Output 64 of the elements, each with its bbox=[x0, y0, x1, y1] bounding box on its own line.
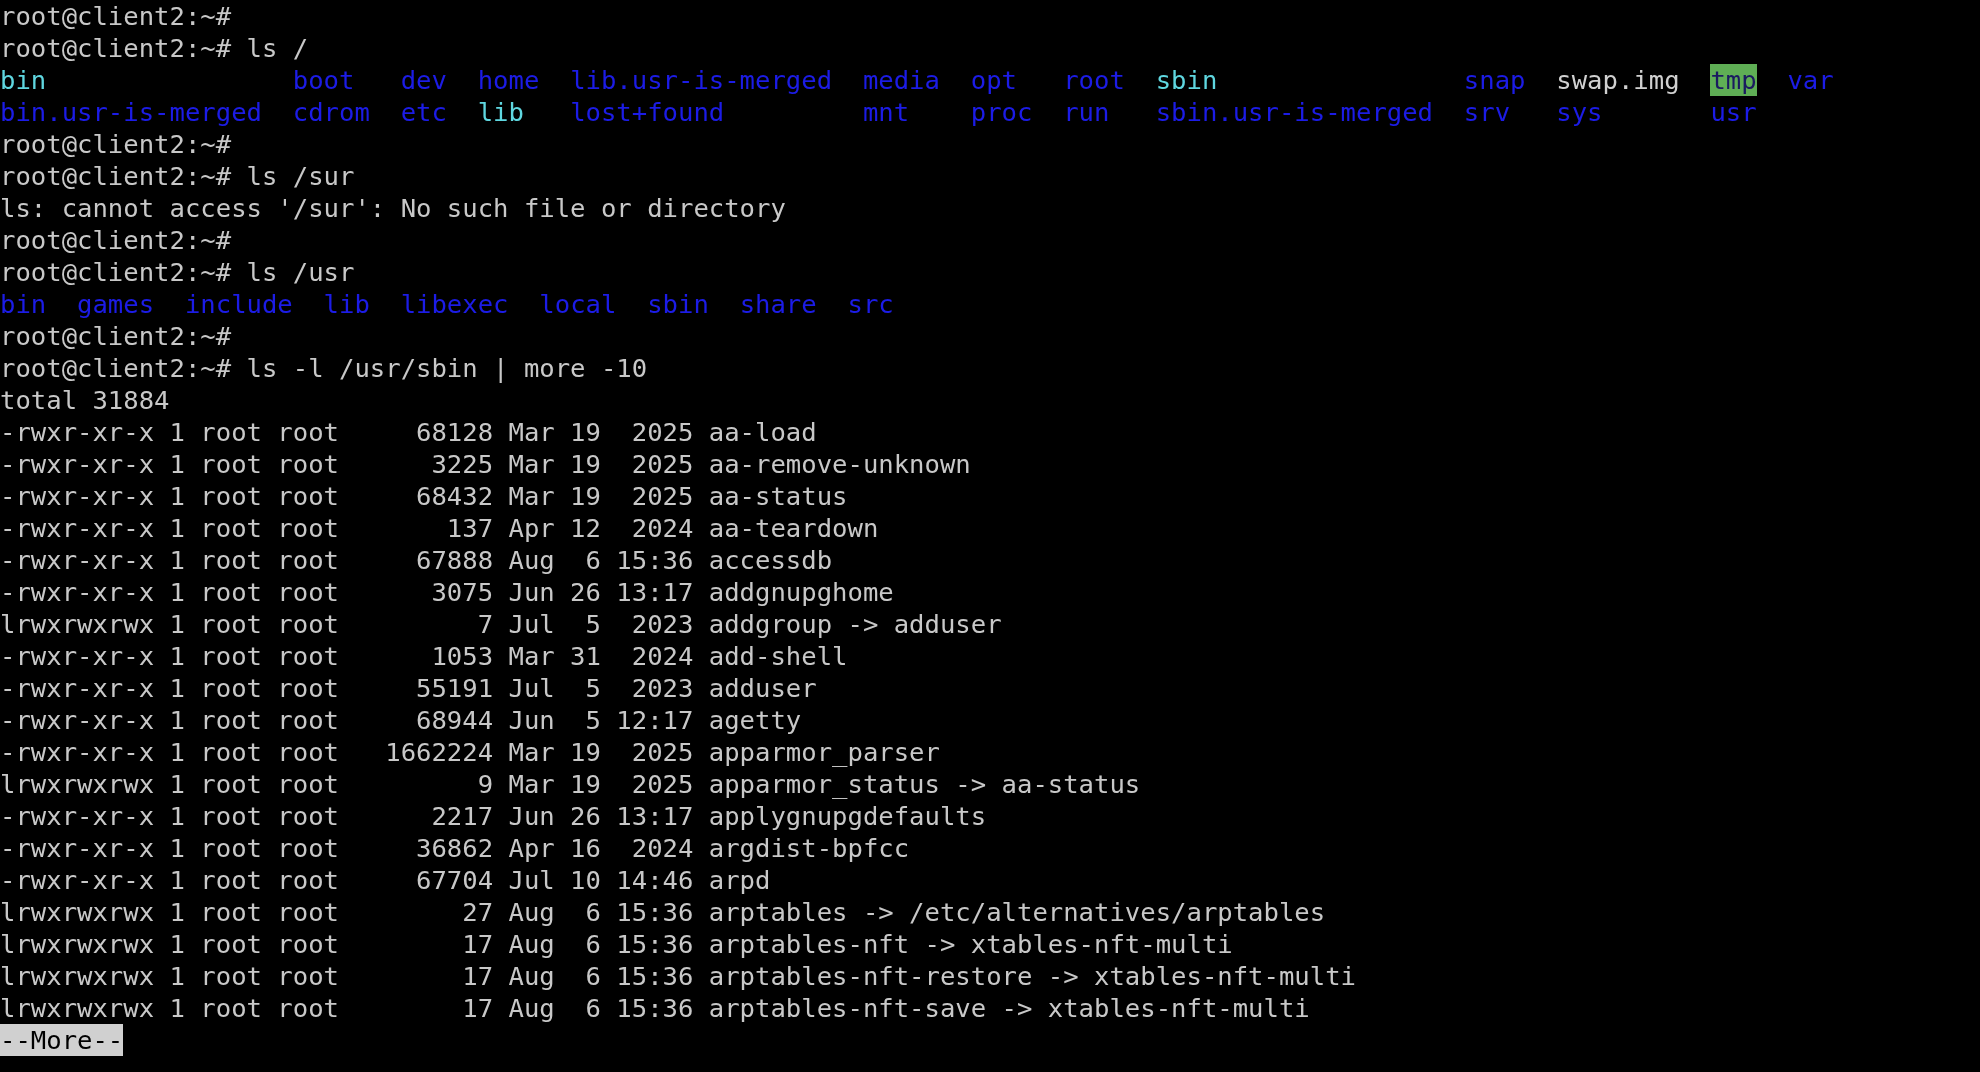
directory-name: src bbox=[847, 288, 894, 320]
terminal-line: lrwxrwxrwx 1 root root 17 Aug 6 15:36 arptables-nft-restore -> xtables-nft-multi bbox=[0, 960, 1356, 992]
directory-name: run bbox=[1063, 96, 1110, 128]
terminal-line: root@client2:~# bbox=[0, 128, 232, 160]
directory-name: root bbox=[1063, 64, 1125, 96]
link-name: lib bbox=[477, 96, 524, 128]
directory-name: media bbox=[862, 64, 940, 96]
directory-name: home bbox=[477, 64, 540, 96]
terminal-line: -rwxr-xr-x 1 root root 36862 Apr 16 2024 argdist-bpfcc bbox=[0, 832, 910, 864]
terminal-line: lrwxrwxrwx 1 root root 9 Mar 19 2025 apparmor_status -> aa-status bbox=[0, 768, 1141, 800]
terminal-line: -rwxr-xr-x 1 root root 3225 Mar 19 2025 aa-remove-unknown bbox=[0, 448, 971, 480]
directory-name: sbin.usr-is-merged bbox=[1155, 96, 1433, 128]
directory-name: etc bbox=[400, 96, 447, 128]
terminal-line: -rwxr-xr-x 1 root root 1662224 Mar 19 2025 apparmor_parser bbox=[0, 736, 940, 768]
directory-name: tmp bbox=[1710, 64, 1757, 96]
terminal-line: root@client2:~# ls /usr bbox=[0, 256, 355, 288]
link-name: sbin bbox=[1155, 64, 1218, 96]
directory-name: opt bbox=[970, 64, 1017, 96]
directory-name: games bbox=[77, 288, 155, 320]
directory-name: sys bbox=[1556, 96, 1603, 128]
directory-name: share bbox=[739, 288, 817, 320]
terminal-line: root@client2:~# ls / bbox=[0, 32, 309, 64]
directory-name: sbin bbox=[647, 288, 709, 320]
directory-name: bin.usr-is-merged bbox=[0, 96, 262, 128]
directory-name: libexec bbox=[400, 288, 509, 320]
terminal-line: root@client2:~# bbox=[0, 224, 232, 256]
terminal-line: lrwxrwxrwx 1 root root 17 Aug 6 15:36 arptables-nft -> xtables-nft-multi bbox=[0, 928, 1233, 960]
directory-name: local bbox=[539, 288, 617, 320]
terminal-line: -rwxr-xr-x 1 root root 67888 Aug 6 15:36 accessdb bbox=[0, 544, 833, 576]
pager-prompt: --More-- bbox=[0, 1024, 124, 1056]
terminal-line: total 31884 bbox=[0, 384, 170, 416]
directory-name: lost+found bbox=[570, 96, 725, 128]
terminal-line: ls: cannot access '/sur': No such file or directory bbox=[0, 192, 786, 224]
directory-name: lib.usr-is-merged bbox=[570, 64, 833, 96]
file-name: swap.img bbox=[1556, 64, 1680, 96]
terminal-line: root@client2:~# bbox=[0, 0, 232, 32]
terminal-line: -rwxr-xr-x 1 root root 55191 Jul 5 2023 adduser bbox=[0, 672, 817, 704]
terminal-line: lrwxrwxrwx 1 root root 27 Aug 6 15:36 arptables -> /etc/alternatives/arptables bbox=[0, 896, 1326, 928]
terminal-line: -rwxr-xr-x 1 root root 68432 Mar 19 2025 aa-status bbox=[0, 480, 848, 512]
terminal-line: -rwxr-xr-x 1 root root 68128 Mar 19 2025 aa-load bbox=[0, 416, 817, 448]
directory-name: var bbox=[1787, 64, 1834, 96]
directory-name: usr bbox=[1710, 96, 1757, 128]
directory-name: boot bbox=[292, 64, 355, 96]
directory-name: cdrom bbox=[292, 96, 370, 128]
terminal-line: root@client2:~# ls -l /usr/sbin | more -10 bbox=[0, 352, 648, 384]
terminal-line: -rwxr-xr-x 1 root root 67704 Jul 10 14:46 arpd bbox=[0, 864, 771, 896]
directory-name: proc bbox=[970, 96, 1033, 128]
terminal-line: root@client2:~# bbox=[0, 320, 232, 352]
terminal-line: -rwxr-xr-x 1 root root 2217 Jun 26 13:17 applygnupgdefaults bbox=[0, 800, 987, 832]
terminal-line: -rwxr-xr-x 1 root root 137 Apr 12 2024 aa-teardown bbox=[0, 512, 879, 544]
directory-name: mnt bbox=[862, 96, 910, 128]
directory-name: dev bbox=[400, 64, 447, 96]
directory-name: srv bbox=[1463, 96, 1511, 128]
link-name: bin bbox=[0, 64, 47, 96]
directory-name: snap bbox=[1463, 64, 1526, 96]
terminal-line: -rwxr-xr-x 1 root root 1053 Mar 31 2024 add-shell bbox=[0, 640, 848, 672]
terminal-line: -rwxr-xr-x 1 root root 3075 Jun 26 13:17 addgnupghome bbox=[0, 576, 894, 608]
terminal-line: lrwxrwxrwx 1 root root 17 Aug 6 15:36 arptables-nft-save -> xtables-nft-multi bbox=[0, 992, 1310, 1024]
terminal-line: lrwxrwxrwx 1 root root 7 Jul 5 2023 addgroup -> adduser bbox=[0, 608, 1002, 640]
terminal-line: -rwxr-xr-x 1 root root 68944 Jun 5 12:17 agetty bbox=[0, 704, 802, 736]
directory-name: lib bbox=[323, 288, 370, 320]
directory-name: bin bbox=[0, 288, 47, 320]
directory-name: include bbox=[184, 288, 293, 320]
terminal-line: root@client2:~# ls /sur bbox=[0, 160, 355, 192]
